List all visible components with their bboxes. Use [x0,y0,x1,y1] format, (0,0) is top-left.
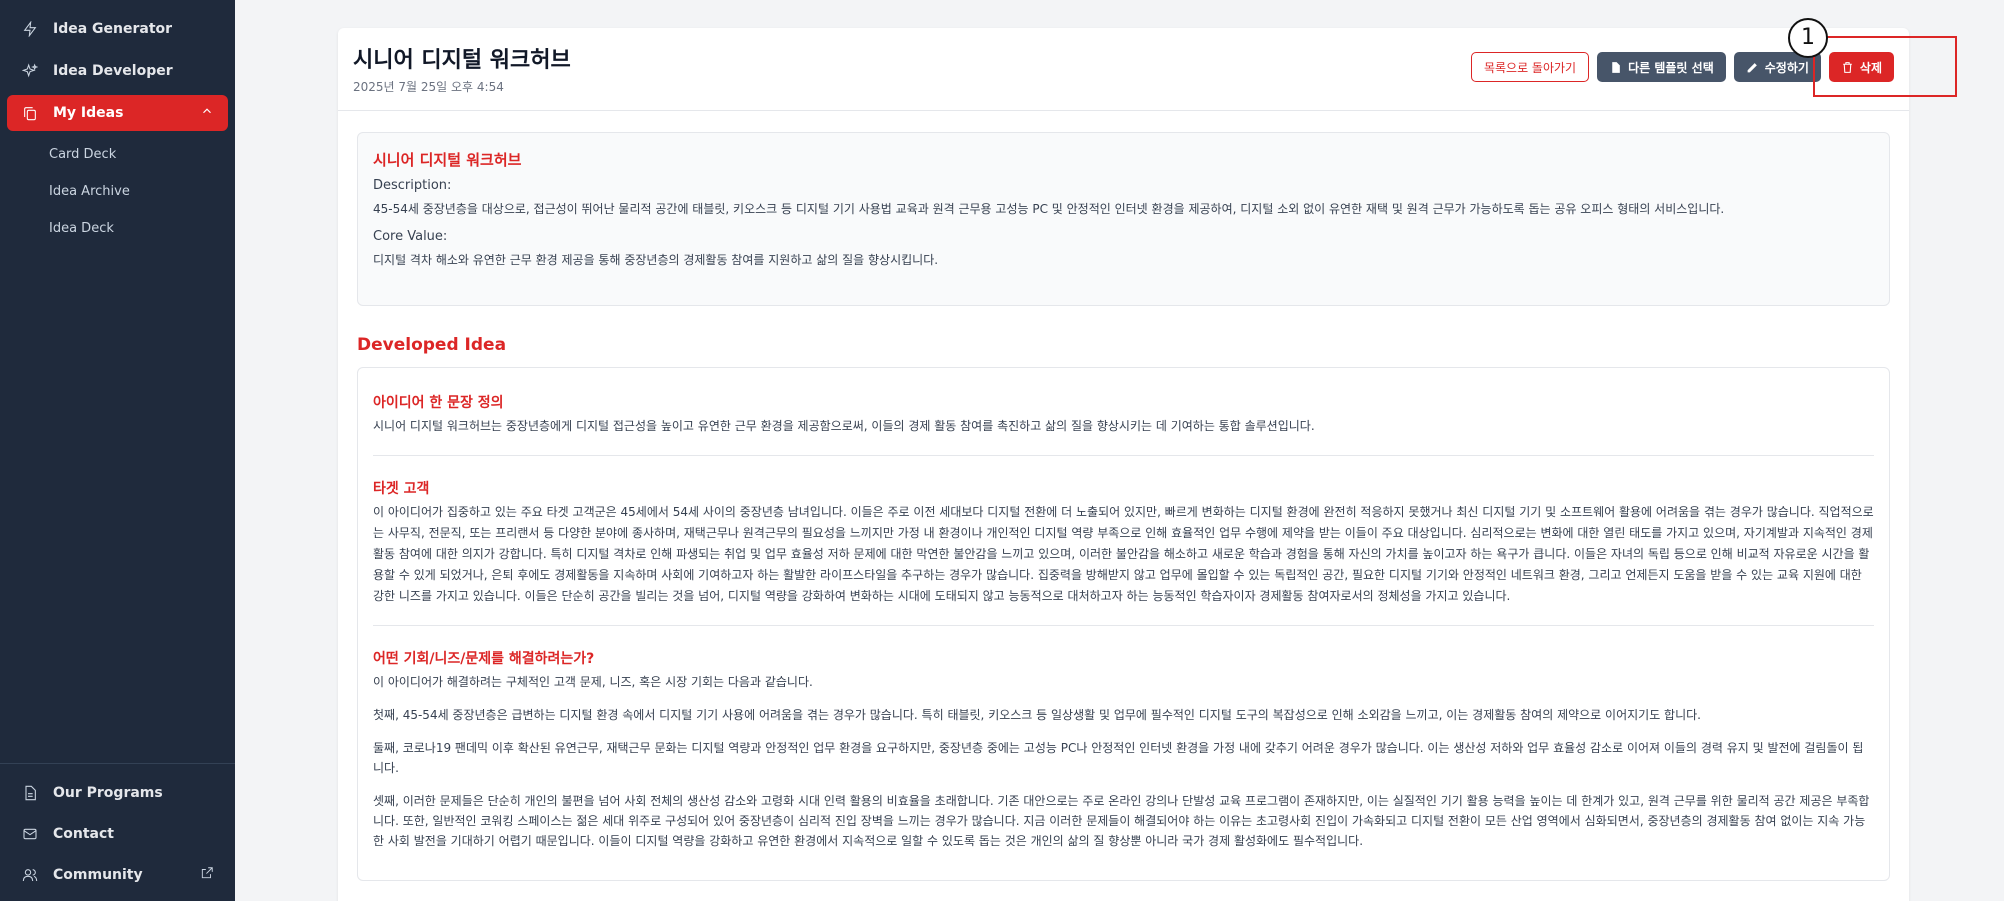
idea-summary: 시니어 디지털 워크허브 Description: 45-54세 중장년층을 대… [357,132,1890,306]
section-title: 아이디어 한 문장 정의 [373,395,504,411]
nav-label: Idea Developer [53,63,173,79]
nav-label: My Ideas [53,105,124,121]
description-text: 45-54세 중장년층을 대상으로, 접근성이 뛰어난 물리적 공간에 태블릿,… [373,202,1725,216]
users-icon [21,866,39,884]
sidebar-item-card-deck[interactable]: Card Deck [0,136,235,173]
select-template-label: 다른 템플릿 선택 [1628,60,1714,75]
nav-contact[interactable]: Contact [7,813,228,854]
nav-label: Contact [53,825,114,842]
section-text: 시니어 디지털 워크허브는 중장년층에게 디지털 접근성을 높이고 유연한 근무… [373,419,1315,433]
zap-icon [21,20,39,38]
mail-icon [21,825,39,843]
nav-community[interactable]: Community [7,854,228,895]
summary-title: 시니어 디지털 워크허브 [373,151,522,169]
sidebar-footer: Our Programs Contact Community [0,763,235,901]
section-paragraph: 둘째, 코로나19 팬데믹 이후 확산된 유연근무, 재택근무 문화는 디지털 … [373,741,1864,775]
core-value-text: 디지털 격차 해소와 유연한 근무 환경 제공을 통해 중장년층의 경제활동 참… [373,253,939,267]
section-paragraph: 이 아이디어가 해결하려는 구체적인 고객 문제, 니즈, 혹은 시장 기회는 … [373,675,813,689]
main-content: 시니어 디지털 워크허브 2025년 7월 25일 오후 4:54 목록으로 돌… [235,0,2004,901]
document-icon [21,784,39,802]
nav-my-ideas[interactable]: My Ideas [7,95,228,131]
external-link-icon [200,866,214,884]
section-divider [373,455,1874,456]
card-body: 시니어 디지털 워크허브 Description: 45-54세 중장년층을 대… [338,111,1909,881]
sidebar-item-idea-archive[interactable]: Idea Archive [0,173,235,210]
pencil-icon [1747,62,1757,72]
back-to-list-button[interactable]: 목록으로 돌아가기 [1470,52,1590,82]
nav-idea-generator[interactable]: Idea Generator [7,11,228,47]
developed-idea-content: 아이디어 한 문장 정의 시니어 디지털 워크허브는 중장년층에게 디지털 접근… [357,367,1890,881]
nav-label: Idea Generator [53,21,173,37]
select-template-button[interactable]: 다른 템플릿 선택 [1597,52,1726,82]
chevron-up-icon[interactable] [200,104,214,122]
core-value-label: Core Value: [373,229,448,244]
back-to-list-label: 목록으로 돌아가기 [1483,60,1577,75]
section-text: 이 아이디어가 집중하고 있는 주요 타겟 고객군은 45세에서 54세 사이의… [373,505,1874,603]
section-title: 타겟 고객 [373,481,430,497]
header-actions: 목록으로 돌아가기 다른 템플릿 선택 수정하기 삭제 [1470,52,1894,82]
section-paragraph: 셋째, 이러한 문제들은 단순히 개인의 불편을 넘어 사회 전체의 생산성 감… [373,794,1870,848]
edit-label: 수정하기 [1764,60,1809,75]
card-header: 시니어 디지털 워크허브 2025년 7월 25일 오후 4:54 목록으로 돌… [338,28,1909,111]
sidebar: Idea Generator Idea Developer My Ideas C… [0,0,235,901]
created-date: 2025년 7월 25일 오후 4:54 [353,80,504,94]
step-marker: 1 [1788,18,1828,58]
nav-label: Community [53,866,143,883]
delete-button[interactable]: 삭제 [1828,52,1894,82]
trash-icon [1843,61,1852,73]
nav-our-programs[interactable]: Our Programs [7,772,228,813]
file-icon [1612,61,1620,73]
idea-detail-card: 시니어 디지털 워크허브 2025년 7월 25일 오후 4:54 목록으로 돌… [338,28,1909,901]
section-paragraph: 첫째, 45-54세 중장년층은 급변하는 디지털 환경 속에서 디지털 기기 … [373,708,1701,722]
delete-label: 삭제 [1859,60,1882,75]
nav-label: Our Programs [53,784,163,801]
page-title: 시니어 디지털 워크허브 [353,48,571,73]
nav-idea-developer[interactable]: Idea Developer [7,53,228,89]
copy-icon [21,104,39,122]
description-label: Description: [373,178,452,193]
section-title: 어떤 기회/니즈/문제를 해결하려는가? [373,651,595,667]
sidebar-item-idea-deck[interactable]: Idea Deck [0,210,235,247]
section-divider [373,625,1874,626]
developed-idea-heading: Developed Idea [357,335,507,355]
sparkles-icon [21,62,39,80]
